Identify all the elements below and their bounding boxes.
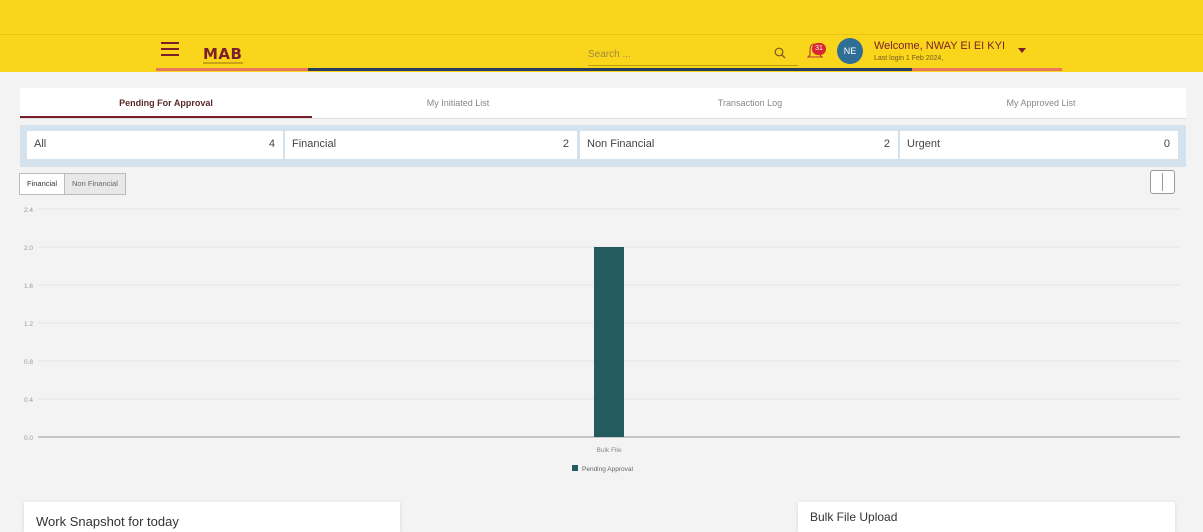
tab-my-approved-list[interactable]: My Approved List	[896, 88, 1186, 119]
top-header: MAB 31 NE Welcome, NWAY EI EI KYI Last l…	[0, 0, 1203, 72]
y-tick-label: 2.4	[24, 207, 33, 214]
split-view-icon	[1162, 173, 1163, 191]
welcome-text: Welcome, NWAY EI EI KYI	[874, 40, 1006, 52]
chart-type-toggle: Financial Non Financial	[19, 173, 126, 195]
x-tick-label: Bulk File	[597, 447, 622, 454]
count-value: 0	[1163, 138, 1170, 150]
y-tick-label: 0.4	[24, 397, 33, 404]
tab-transaction-log[interactable]: Transaction Log	[604, 88, 896, 119]
pending-approval-chart: 2.4 2.0 1.6 1.2 0.8 0.4 0.0 Bulk File Pending Ap…	[24, 207, 1180, 473]
header-stripe-coral	[156, 68, 308, 71]
y-tick-label: 1.6	[24, 283, 33, 290]
count-summary-strip: All 4 Financial 2 Non Financial 2 Urgent…	[20, 125, 1186, 167]
tab-pending-for-approval[interactable]: Pending For Approval	[20, 88, 312, 119]
active-tab-indicator	[20, 116, 312, 118]
notification-badge: 31	[812, 43, 826, 55]
toggle-financial[interactable]: Financial	[20, 174, 64, 194]
layout-toggle-button[interactable]	[1150, 170, 1175, 194]
toggle-non-financial[interactable]: Non Financial	[64, 174, 125, 194]
y-tick-label: 0.8	[24, 359, 33, 366]
count-value: 2	[562, 138, 569, 150]
search-icon[interactable]	[774, 47, 786, 59]
count-value: 2	[883, 138, 890, 150]
bar	[594, 247, 624, 437]
count-card-urgent[interactable]: Urgent 0	[900, 131, 1178, 159]
card-title: Bulk File Upload	[810, 510, 898, 524]
y-tick-label: 0.0	[24, 435, 33, 442]
legend-label: Pending Approval	[582, 466, 634, 473]
work-snapshot-card: Work Snapshot for today	[24, 502, 400, 532]
header-divider	[0, 34, 1203, 35]
header-stripe-coral-right	[912, 68, 1062, 71]
count-label: Urgent	[907, 138, 941, 150]
count-label: All	[34, 138, 47, 150]
logo-tagline-mark	[203, 62, 243, 64]
tab-my-initiated-list[interactable]: My Initiated List	[312, 88, 604, 119]
count-card-non-financial[interactable]: Non Financial 2	[580, 131, 898, 159]
approval-tabs: Pending For Approval My Initiated List T…	[20, 88, 1186, 119]
count-label: Non Financial	[587, 138, 655, 150]
count-card-financial[interactable]: Financial 2	[285, 131, 577, 159]
header-stripe-navy	[308, 68, 912, 71]
brand-logo[interactable]: MAB	[203, 45, 242, 63]
count-label: Financial	[292, 138, 337, 150]
search-input[interactable]	[588, 44, 763, 64]
count-value: 4	[268, 138, 275, 150]
chevron-down-icon[interactable]	[1018, 48, 1026, 53]
last-login-text: Last login 1 Feb 2024,	[874, 55, 944, 62]
y-tick-label: 2.0	[24, 245, 33, 252]
user-avatar[interactable]: NE	[837, 38, 863, 64]
legend-swatch	[572, 465, 578, 471]
y-tick-label: 1.2	[24, 321, 33, 328]
search-bar	[588, 42, 798, 66]
card-title: Work Snapshot for today	[36, 514, 179, 529]
count-card-all[interactable]: All 4	[27, 131, 283, 159]
hamburger-menu-icon[interactable]	[161, 42, 179, 56]
bulk-file-upload-card: Bulk File Upload	[798, 502, 1175, 532]
